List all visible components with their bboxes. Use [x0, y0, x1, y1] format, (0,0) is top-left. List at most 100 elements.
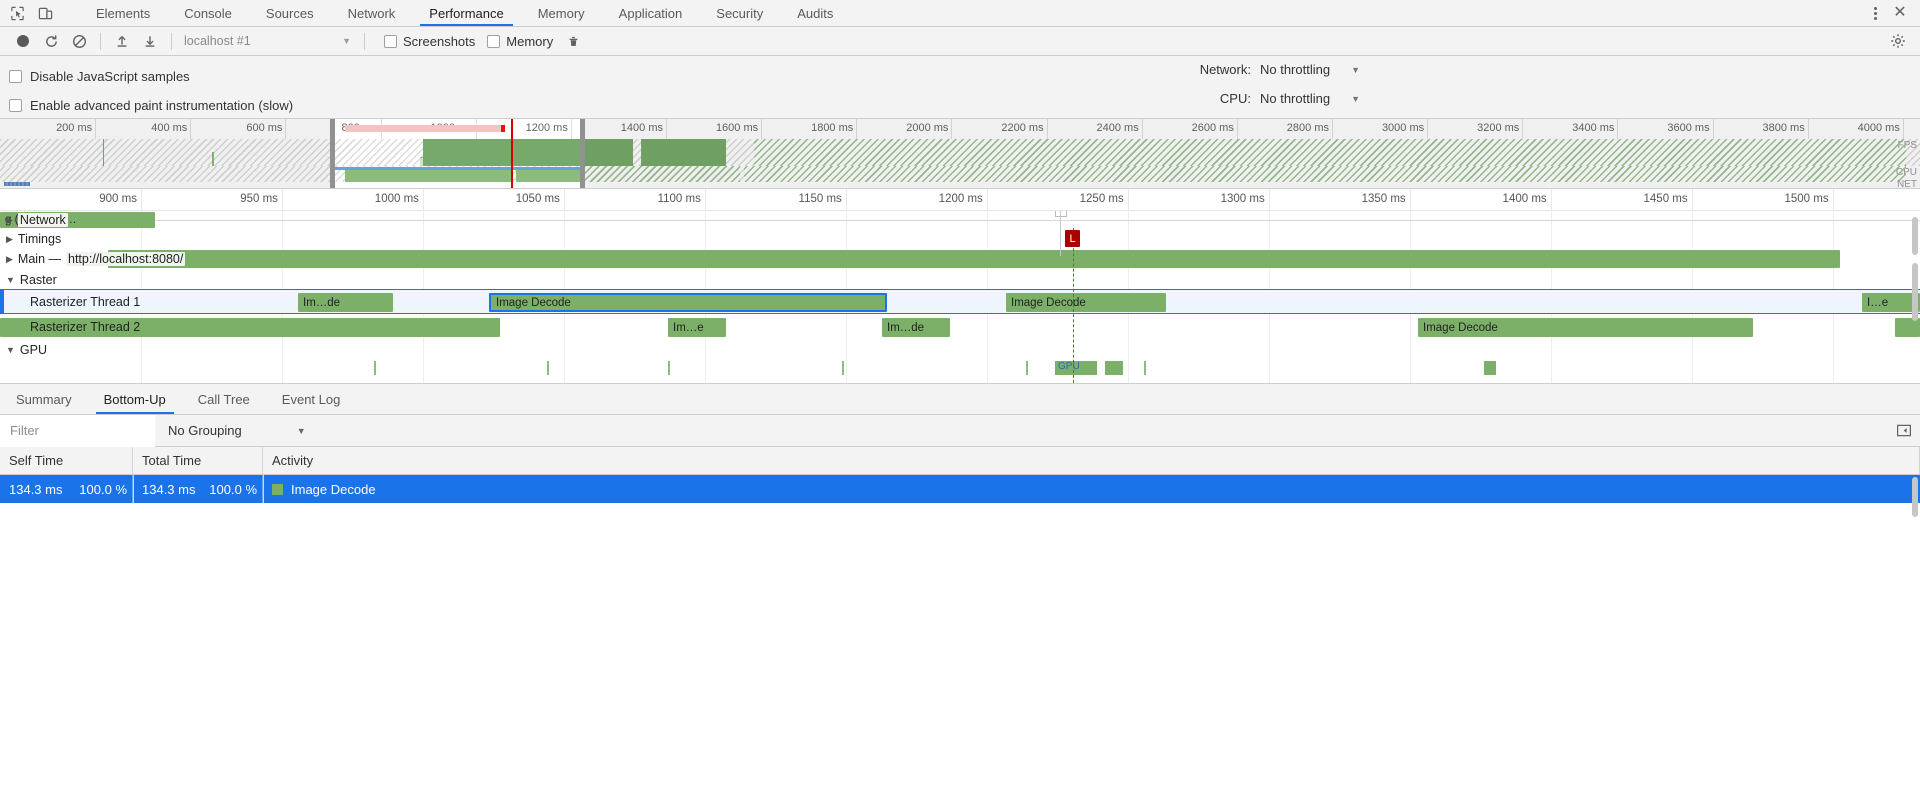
inspect-element-icon[interactable]	[8, 4, 26, 22]
track-network[interactable]: g (res.cloud… ▶ Network	[0, 211, 1920, 229]
tab-elements[interactable]: Elements	[79, 0, 167, 26]
reload-and-record-icon[interactable]	[37, 29, 65, 53]
overview-tick-label: 3200 ms	[1477, 122, 1519, 134]
filter-input[interactable]	[0, 415, 155, 447]
cpu-throttling-control[interactable]: CPU: No throttling ▼	[1220, 91, 1360, 106]
overview-tick-label: 1200 ms	[526, 122, 568, 134]
tab-audits[interactable]: Audits	[780, 0, 850, 26]
device-toolbar-icon[interactable]	[36, 4, 54, 22]
settings-gear-icon[interactable]	[1886, 29, 1910, 53]
load-profile-icon[interactable]	[108, 29, 136, 53]
show-sidebar-icon[interactable]	[1896, 423, 1912, 438]
image-decode-event-selected[interactable]: Image Decode	[489, 293, 887, 312]
gpu-event[interactable]	[842, 361, 844, 375]
network-throttling-control[interactable]: Network: No throttling ▼	[1200, 62, 1360, 77]
main-thread-bar[interactable]	[108, 250, 1840, 268]
track-timings[interactable]: ▶ Timings	[0, 230, 1920, 248]
gpu-event[interactable]	[1144, 361, 1146, 375]
load-event-marker-solid	[1060, 211, 1061, 256]
track-gpu-title-group[interactable]: ▼ GPU	[6, 343, 47, 357]
more-options-icon[interactable]	[1864, 2, 1886, 24]
chevron-right-icon[interactable]: ▶	[6, 216, 13, 225]
tab-memory[interactable]: Memory	[521, 0, 602, 26]
overview-tick: 2000 ms	[951, 119, 952, 139]
tab-bottom-up[interactable]: Bottom-Up	[88, 384, 182, 414]
overview-window-left-handle[interactable]	[330, 119, 335, 188]
flame-chart-scrollbar-thumb[interactable]	[1912, 263, 1918, 321]
track-raster-title-group[interactable]: ▼ Raster	[6, 273, 57, 287]
track-main-title-group[interactable]: ▶ Main — http://localhost:8080/	[6, 252, 185, 266]
track-timings-title-group[interactable]: ▶ Timings	[6, 232, 61, 246]
image-decode-label: Image Decode	[496, 297, 571, 309]
close-icon[interactable]: ✕	[1888, 2, 1912, 24]
clear-recording-icon[interactable]	[65, 29, 93, 53]
track-raster[interactable]: ▼ Raster	[0, 271, 1920, 289]
session-selector[interactable]: localhost #1 ▼	[179, 31, 357, 51]
chevron-down-icon[interactable]: ▼	[6, 276, 15, 285]
gpu-event[interactable]	[374, 361, 376, 375]
rasterizer-thread-1-row[interactable]: Rasterizer Thread 1 Im…de Image Decode I…	[0, 289, 1920, 314]
fps-block	[726, 139, 754, 166]
flame-chart-ruler: 900 ms950 ms1000 ms1050 ms1100 ms1150 ms…	[0, 189, 1920, 211]
tab-call-tree[interactable]: Call Tree	[182, 384, 266, 414]
network-throttling-label: Network:	[1200, 62, 1251, 77]
flame-ruler-tick: 1250 ms	[1128, 189, 1129, 211]
rasterizer-thread-2-label: Rasterizer Thread 2	[30, 320, 140, 334]
overview-ruler: 200 ms400 ms600 ms800 ms1000 ms1200 ms14…	[0, 119, 1920, 139]
column-header-total-time[interactable]: Total Time	[133, 447, 263, 474]
column-header-activity[interactable]: Activity	[263, 447, 1920, 474]
tab-summary[interactable]: Summary	[0, 384, 88, 414]
tab-event-log[interactable]: Event Log	[266, 384, 357, 414]
tab-network[interactable]: Network	[331, 0, 413, 26]
gpu-event[interactable]	[668, 361, 670, 375]
flame-chart-scrollbar[interactable]	[1912, 217, 1918, 255]
image-decode-event[interactable]: Im…de	[298, 293, 393, 312]
tab-application[interactable]: Application	[602, 0, 700, 26]
disable-js-samples-checkbox[interactable]: Disable JavaScript samples	[9, 69, 190, 84]
chevron-right-icon[interactable]: ▶	[6, 235, 13, 244]
track-timings-title: Timings	[18, 232, 61, 246]
tab-security[interactable]: Security	[699, 0, 780, 26]
image-decode-event[interactable]: Image Decode	[1006, 293, 1166, 312]
track-network-title-group[interactable]: ▶ Network	[6, 213, 68, 227]
save-profile-icon[interactable]	[136, 29, 164, 53]
gpu-events-row[interactable]: GPU	[0, 361, 1920, 383]
load-event-marker-badge[interactable]: L	[1065, 230, 1080, 247]
gpu-event-block[interactable]	[1105, 361, 1123, 375]
timeline-overview[interactable]: 200 ms400 ms600 ms800 ms1000 ms1200 ms14…	[0, 119, 1920, 189]
track-gpu-title: GPU	[20, 343, 47, 357]
chevron-down-icon[interactable]: ▼	[6, 346, 15, 355]
screenshots-checkbox[interactable]: Screenshots	[384, 34, 475, 49]
flame-ruler-tick: 1400 ms	[1551, 189, 1552, 211]
gpu-event-block[interactable]	[1484, 361, 1496, 375]
image-decode-event[interactable]: Image Decode	[1418, 318, 1753, 337]
image-decode-event[interactable]: Im…e	[668, 318, 726, 337]
overview-tick-label: 2600 ms	[1192, 122, 1234, 134]
track-main[interactable]: ▶ Main — http://localhost:8080/	[0, 249, 1920, 269]
data-grid-scrollbar[interactable]	[1912, 477, 1918, 517]
table-row[interactable]: 134.3 ms 100.0 % 134.3 ms 100.0 % Image …	[0, 475, 1920, 503]
flame-ruler-tick-label: 1150 ms	[799, 193, 842, 205]
collect-garbage-icon[interactable]	[559, 29, 587, 53]
advanced-paint-checkbox[interactable]: Enable advanced paint instrumentation (s…	[9, 98, 293, 113]
raster-event[interactable]	[1895, 318, 1920, 337]
chevron-right-icon[interactable]: ▶	[6, 255, 13, 264]
tab-performance[interactable]: Performance	[412, 0, 520, 26]
grouping-selector[interactable]: No Grouping ▼	[155, 423, 306, 438]
devtools-tabbar: Elements Console Sources Network Perform…	[0, 0, 1920, 27]
overview-window-right-handle[interactable]	[580, 119, 585, 188]
gpu-event[interactable]	[547, 361, 549, 375]
bottom-up-data-grid[interactable]: Self Time Total Time Activity 134.3 ms 1…	[0, 447, 1920, 794]
image-decode-label: Im…e	[673, 322, 704, 334]
rasterizer-thread-2-row[interactable]: Rasterizer Thread 2 Im…e Im…de Image Dec…	[0, 315, 1920, 340]
gpu-event-label: GPU	[1058, 361, 1080, 372]
track-gpu[interactable]: ▼ GPU	[0, 341, 1920, 359]
memory-checkbox[interactable]: Memory	[487, 34, 553, 49]
column-header-self-time[interactable]: Self Time	[0, 447, 133, 474]
flame-chart[interactable]: g (res.cloud… ▶ Network ▶ Timings ▶ Main…	[0, 211, 1920, 383]
image-decode-event[interactable]: Im…de	[882, 318, 950, 337]
tab-console[interactable]: Console	[167, 0, 249, 26]
tab-sources[interactable]: Sources	[249, 0, 331, 26]
record-button[interactable]	[9, 29, 37, 53]
gpu-event[interactable]	[1026, 361, 1028, 375]
